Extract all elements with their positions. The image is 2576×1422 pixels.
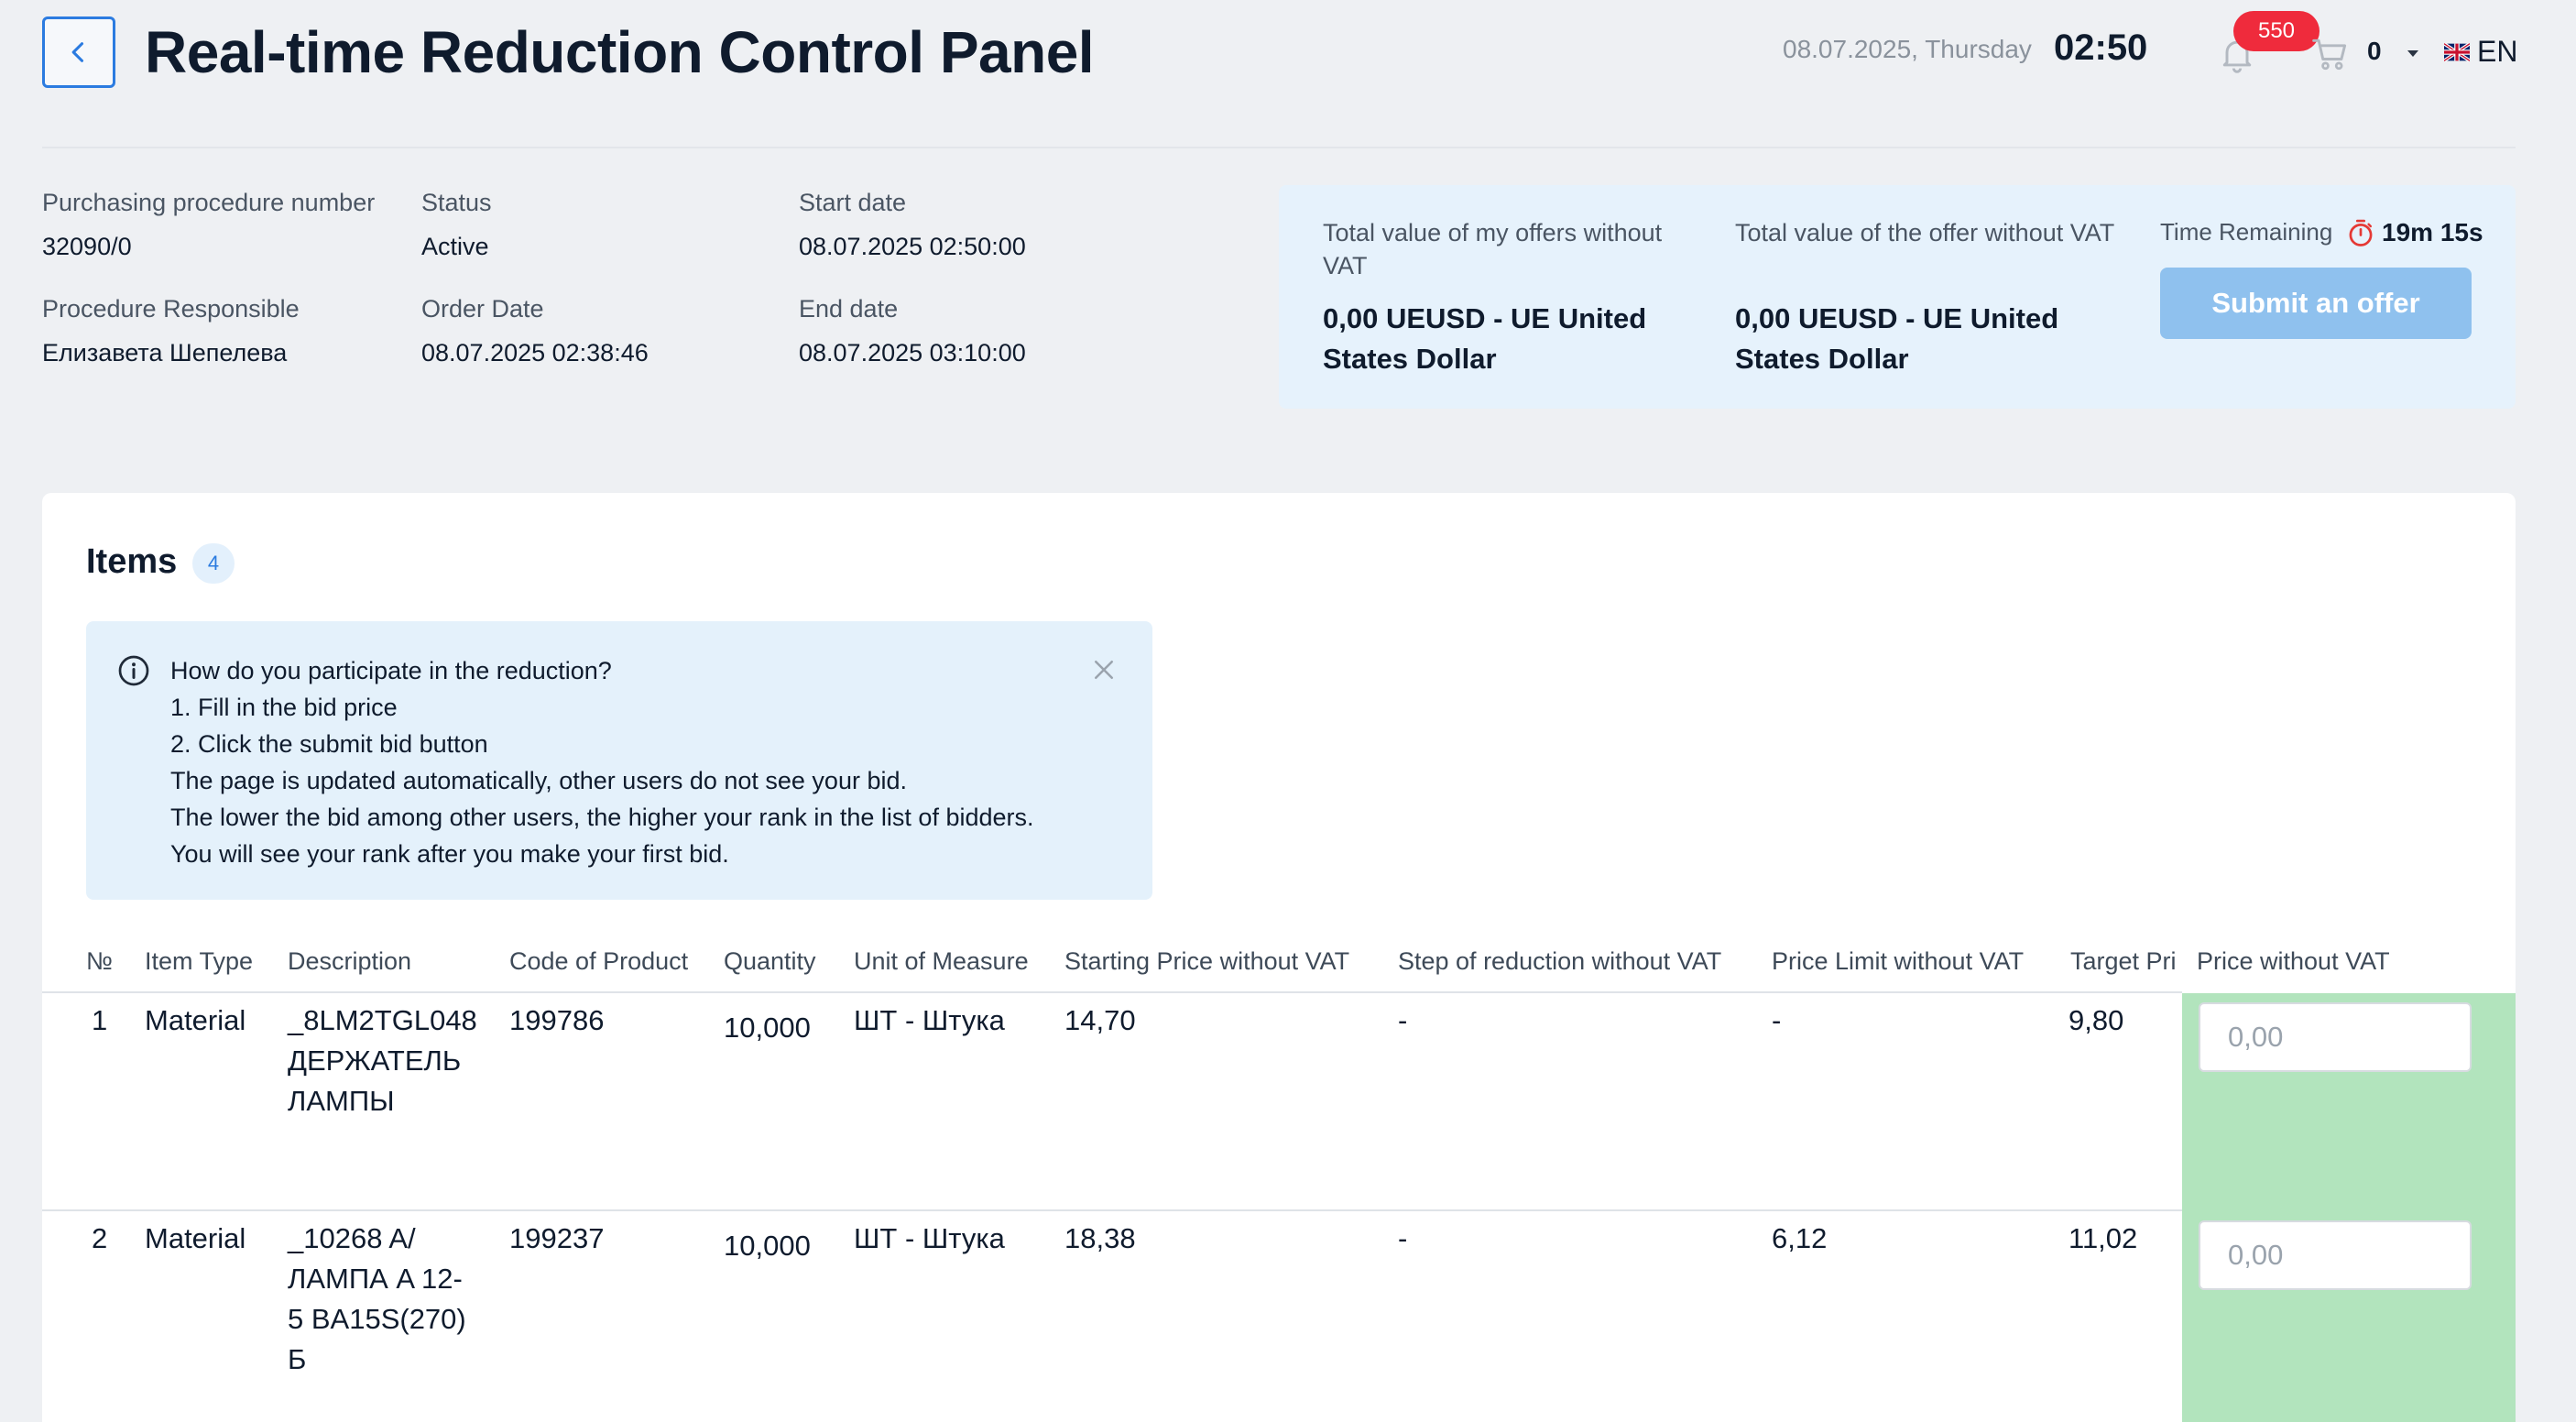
starting-price: 18,38 [1064, 1222, 1136, 1254]
target-price: 11,02 [2068, 1222, 2138, 1254]
status-value: Active [421, 233, 489, 260]
instruction-line: The lower the bid among other users, the… [170, 804, 1034, 831]
row-number: 2 [92, 1222, 108, 1254]
unit-of-measure: ШТ - Штука [854, 1004, 1005, 1036]
description-line: _8LM2TGL048 [288, 1004, 477, 1036]
procedure-number: 32090/0 [42, 233, 132, 260]
product-code: 199786 [509, 1004, 605, 1036]
chevron-down-icon[interactable] [2404, 44, 2422, 62]
info-icon [118, 655, 149, 686]
order-date-value: 08.07.2025 02:38:46 [421, 339, 649, 366]
unit-of-measure: ШТ - Штука [854, 1222, 1005, 1254]
instruction-line: You will see your rank after you make yo… [170, 840, 729, 868]
uk-flag-icon [2444, 42, 2470, 61]
price-limit: - [1772, 1004, 1782, 1036]
description-line: ЛАМПА A 12- [288, 1263, 463, 1295]
responsible-label: Procedure Responsible [42, 295, 300, 323]
close-icon[interactable] [1090, 656, 1118, 684]
table-row-divider [42, 1209, 2182, 1211]
language-selector[interactable]: EN [2444, 35, 2517, 69]
target-price: 9,80 [2068, 1004, 2124, 1036]
time-remaining-label: Time Remaining [2160, 218, 2333, 246]
end-date-value: 08.07.2025 03:10:00 [799, 339, 1026, 366]
offer-total-value: 0,00 UEUSD - UE United States Dollar [1735, 302, 2059, 375]
my-offers-total-label: Total value of my offers without VAT [1323, 219, 1663, 279]
col-header-item-type[interactable]: Item Type [145, 947, 253, 976]
description-line: 5 BA15S(270) [288, 1303, 466, 1335]
offer-total-label: Total value of the offer without VAT [1735, 219, 2115, 246]
submit-offer-button[interactable]: Submit an offer [2160, 268, 2472, 339]
language-code: EN [2477, 35, 2518, 68]
quantity: 10,000 [724, 1230, 811, 1262]
end-date-label: End date [799, 295, 899, 323]
item-type: Material [145, 1004, 246, 1036]
col-header-code[interactable]: Code of Product [509, 947, 688, 976]
header-divider [42, 147, 2516, 148]
price-input[interactable] [2199, 1220, 2472, 1290]
start-date-value: 08.07.2025 02:50:00 [799, 233, 1026, 260]
current-time: 02:50 [2054, 27, 2148, 68]
row-number: 1 [92, 1004, 108, 1036]
reduction-step: - [1398, 1222, 1408, 1254]
starting-price: 14,70 [1064, 1004, 1136, 1036]
procedure-number-label: Purchasing procedure number [42, 189, 376, 216]
items-count-badge: 4 [192, 543, 235, 584]
instructions-text: How do you participate in the reduction?… [170, 652, 1034, 872]
col-header-starting-price[interactable]: Starting Price without VAT [1064, 947, 1349, 976]
col-header-no: № [86, 947, 113, 975]
table-header-divider [42, 991, 2182, 993]
description-line: ДЕРЖАТЕЛЬ [288, 1045, 462, 1077]
reduction-step: - [1398, 1004, 1408, 1036]
back-button[interactable] [42, 16, 115, 88]
col-header-step[interactable]: Step of reduction without VAT [1398, 947, 1721, 976]
notification-badge[interactable]: 550 [2233, 11, 2319, 51]
col-header-target-price[interactable]: Target Pri [2070, 947, 2178, 976]
status-label: Status [421, 189, 492, 216]
item-type: Material [145, 1222, 246, 1254]
col-header-description[interactable]: Description [288, 947, 411, 976]
cart-count: 0 [2367, 37, 2382, 65]
col-header-quantity[interactable]: Quantity [724, 947, 816, 976]
instruction-line: The page is updated automatically, other… [170, 767, 907, 794]
item-description: _8LM2TGL048 ДЕРЖАТЕЛЬ ЛАМПЫ [288, 1001, 477, 1121]
instruction-line: How do you participate in the reduction? [170, 657, 612, 684]
description-line: Б [288, 1343, 307, 1375]
quantity: 10,000 [724, 1012, 811, 1044]
price-input[interactable] [2199, 1002, 2472, 1072]
col-header-price-limit[interactable]: Price Limit without VAT [1772, 947, 2024, 976]
time-remaining-value: 19m 15s [2382, 218, 2483, 246]
items-title: Items [86, 542, 178, 581]
item-description: _10268 A/ ЛАМПА A 12- 5 BA15S(270) Б [288, 1219, 466, 1380]
my-offers-total-value: 0,00 UEUSD - UE United States Dollar [1323, 302, 1647, 375]
description-line: _10268 A/ [288, 1222, 416, 1254]
order-date-label: Order Date [421, 295, 544, 323]
col-header-price[interactable]: Price without VAT [2197, 947, 2390, 976]
product-code: 199237 [509, 1222, 605, 1254]
chevron-left-icon [71, 42, 84, 62]
current-date: 08.07.2025, Thursday [1783, 35, 2032, 63]
top-header: Real-time Reduction Control Panel 08.07.… [0, 0, 2576, 147]
page-title: Real-time Reduction Control Panel [145, 19, 1095, 85]
instruction-line: 1. Fill in the bid price [170, 694, 398, 721]
instruction-line: 2. Click the submit bid button [170, 730, 488, 758]
stopwatch-icon [2349, 219, 2373, 246]
start-date-label: Start date [799, 189, 907, 216]
responsible-value: Елизавета Шепелева [42, 339, 288, 366]
cart-icon[interactable] [2310, 33, 2351, 75]
price-limit: 6,12 [1772, 1222, 1828, 1254]
description-line: ЛАМПЫ [288, 1085, 395, 1117]
col-header-unit[interactable]: Unit of Measure [854, 947, 1029, 976]
